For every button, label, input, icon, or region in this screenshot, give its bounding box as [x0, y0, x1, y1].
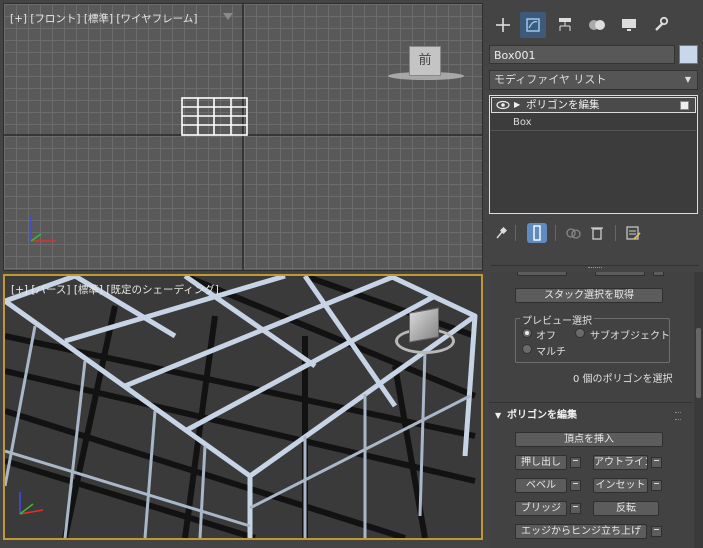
expand-arrow-icon[interactable]: ▶	[514, 98, 520, 112]
front-viewport[interactable]: [+] [フロント] [標準] [ワイヤフレーム] 前	[3, 3, 483, 271]
bevel-settings-button[interactable]	[570, 480, 581, 491]
inset-button[interactable]: インセット	[593, 478, 648, 493]
display-tab[interactable]	[616, 12, 642, 38]
hierarchy-icon	[559, 18, 571, 31]
modify-icon	[526, 18, 540, 32]
stack-toolbar	[487, 220, 703, 246]
configure-icon	[626, 226, 641, 240]
extrude-button[interactable]: 押し出し	[515, 455, 567, 470]
radio-off-label: オフ	[536, 331, 556, 342]
chevron-down-icon: ▼	[684, 75, 691, 84]
remove-modifier-button[interactable]	[587, 223, 607, 243]
hinge-from-edge-button[interactable]: エッジからヒンジ立ち上げ	[515, 524, 647, 539]
end-result-icon	[533, 225, 541, 241]
bridge-settings-button[interactable]	[570, 503, 581, 514]
radio-off[interactable]	[522, 328, 532, 338]
get-stack-selection-button[interactable]: スタック選択を取得	[515, 288, 663, 303]
filter-icon[interactable]	[223, 13, 233, 20]
perspective-viewport[interactable]: [+] [パース] [標準] [既定のシェーディング]	[3, 274, 483, 540]
rollout-expand-icon: ▼	[495, 411, 502, 420]
radio-multi[interactable]	[522, 344, 532, 354]
viewcube[interactable]: 前	[388, 44, 468, 84]
rollout-scroll-area[interactable]: スタック選択を取得 プレビュー選択 オフ サブオブジェクト マルチ 0 個のポリ…	[489, 272, 693, 548]
stack-item-edit-poly[interactable]: ▶ ポリゴンを編集	[491, 97, 696, 113]
bridge-button[interactable]: ブリッジ	[515, 501, 567, 516]
front-viewport-label[interactable]: [+] [フロント] [標準] [ワイヤフレーム]	[10, 11, 197, 26]
modifier-list-label: モディファイヤ リスト	[494, 73, 607, 86]
motion-icon	[589, 20, 605, 30]
display-icon	[622, 19, 636, 31]
trash-icon	[591, 227, 603, 240]
selection-status: 0 個のポリゴンを選択	[573, 374, 673, 385]
viewcube-persp-cube[interactable]	[409, 307, 439, 343]
partial-button-right[interactable]	[595, 272, 645, 276]
hinge-settings-button[interactable]	[651, 526, 662, 537]
object-name-field[interactable]: Box001	[489, 45, 675, 64]
outline-button[interactable]: アウトライン	[593, 455, 648, 470]
utilities-tab[interactable]	[648, 12, 674, 38]
axis-gizmo-front	[30, 216, 56, 242]
wrench-icon	[655, 16, 669, 31]
edit-polygons-rollout-header[interactable]: ▼ ポリゴンを編集	[489, 408, 693, 424]
stack-item-toggle[interactable]	[680, 101, 689, 110]
preview-selection-group: プレビュー選択 オフ サブオブジェクト マルチ	[515, 312, 670, 363]
make-unique-button[interactable]	[563, 223, 583, 243]
insert-vertex-button[interactable]: 頂点を挿入	[515, 432, 663, 447]
outline-settings-button[interactable]	[651, 457, 662, 468]
panel-divider[interactable]	[491, 265, 699, 272]
command-panel: Box001 モディファイヤ リスト ▼ ▶ ポリゴンを編集 Box スタック選…	[487, 0, 703, 548]
inset-settings-button[interactable]	[651, 480, 662, 491]
modifier-list-dropdown[interactable]: モディファイヤ リスト ▼	[489, 70, 698, 90]
box-wireframe-front	[181, 97, 248, 136]
create-tab[interactable]	[490, 12, 516, 38]
viewcube-persp[interactable]	[391, 306, 461, 362]
eye-icon[interactable]	[496, 100, 510, 110]
bevel-button[interactable]: ベベル	[515, 478, 567, 493]
configure-modifier-sets-button[interactable]	[623, 223, 643, 243]
make-unique-icon	[566, 228, 581, 239]
rollout-grip-icon	[675, 412, 681, 420]
hierarchy-tab[interactable]	[552, 12, 578, 38]
partial-small-button[interactable]	[653, 272, 664, 276]
pin-stack-button[interactable]	[491, 223, 511, 243]
show-end-result-button[interactable]	[527, 223, 547, 243]
edit-polygons-title: ポリゴンを編集	[507, 410, 577, 421]
rollout-scrollbar[interactable]	[694, 272, 703, 548]
radio-subobject[interactable]	[575, 328, 585, 338]
rollout-scrollbar-thumb[interactable]	[696, 328, 701, 398]
stack-item-label: ポリゴンを編集	[526, 99, 600, 111]
radio-subobject-label: サブオブジェクト	[590, 331, 670, 342]
perspective-viewport-label[interactable]: [+] [パース] [標準] [既定のシェーディング]	[11, 282, 219, 297]
radio-multi-label: マルチ	[536, 347, 566, 358]
pin-icon	[496, 226, 508, 239]
stack-item-box[interactable]: Box	[491, 115, 696, 131]
preview-selection-title: プレビュー選択	[520, 312, 594, 327]
modify-tab[interactable]	[520, 12, 546, 38]
object-color-swatch[interactable]	[679, 45, 698, 64]
command-panel-tabs	[487, 8, 703, 44]
extrude-settings-button[interactable]	[570, 457, 581, 468]
modifier-stack[interactable]: ▶ ポリゴンを編集 Box	[489, 95, 698, 214]
viewcube-front-face[interactable]: 前	[409, 46, 441, 76]
plus-icon	[496, 18, 510, 32]
flip-button[interactable]: 反転	[593, 501, 659, 516]
motion-tab[interactable]	[584, 12, 610, 38]
partial-button-left[interactable]	[517, 272, 567, 276]
